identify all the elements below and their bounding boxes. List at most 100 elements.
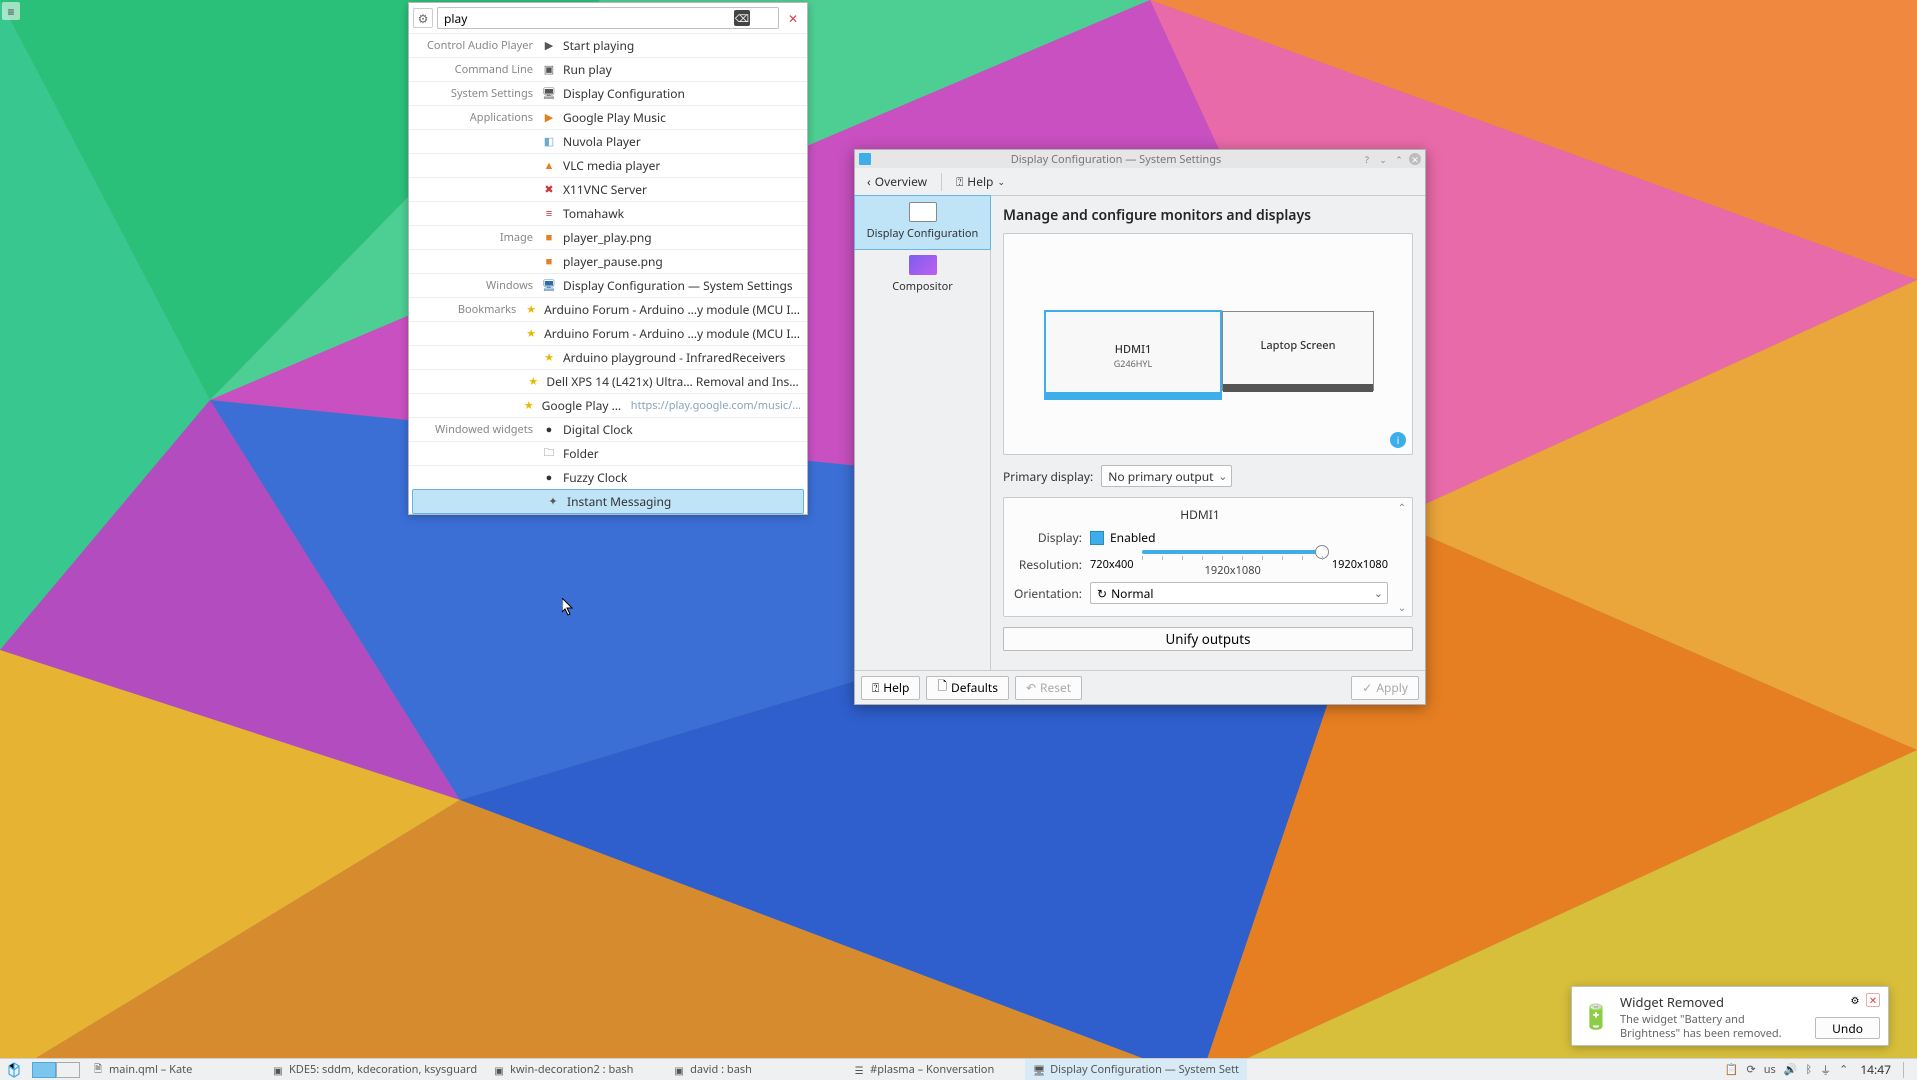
sidebar-item-display-configuration[interactable]: Display Configuration xyxy=(855,196,990,249)
krunner-result-row[interactable]: Windows🖥Display Configuration — System S… xyxy=(409,273,807,297)
pager-desktop-1[interactable] xyxy=(32,1062,56,1078)
krunner-result-row[interactable]: Bookmarks★ Arduino Forum - Arduino …y mod… xyxy=(409,297,807,321)
defaults-button[interactable]: 🗋 Defaults xyxy=(926,676,1009,700)
krunner-result-row[interactable]: Control Audio Player▶Start playing xyxy=(409,33,807,57)
krunner-close-button[interactable]: ✕ xyxy=(783,8,803,28)
krunner-result-row[interactable]: Command Line▣Run play xyxy=(409,57,807,81)
resolution-current: 1920x1080 xyxy=(1142,563,1324,578)
task-label: kwin-decoration2 : bash xyxy=(510,1062,633,1077)
minimize-button[interactable]: ⌄ xyxy=(1377,153,1389,165)
krunner-result-label: Arduino playground - InfraredReceivers xyxy=(563,349,785,366)
scroll-down-icon[interactable]: ⌄ xyxy=(1396,601,1408,613)
monitor-laptop[interactable]: Laptop Screen xyxy=(1222,311,1374,391)
google-play-icon: ▶ xyxy=(541,110,557,126)
krunner-result-row[interactable]: ★Dell XPS 14 (L421x) Ultra… Removal and … xyxy=(409,369,807,393)
krunner-result-row[interactable]: 🗀Folder xyxy=(409,441,807,465)
krunner-result-row[interactable]: ★Google Play Musichttps://play.google.co… xyxy=(409,393,807,417)
krunner-result-label: Arduino Forum - Arduino …y module (MCU I… xyxy=(544,301,801,318)
application-launcher-button[interactable] xyxy=(0,1059,28,1080)
monitor-layout-area[interactable]: HDMI1 G246HYL Laptop Screen i xyxy=(1003,233,1413,455)
separator xyxy=(941,173,942,191)
overview-button[interactable]: ‹ Overview xyxy=(859,171,935,193)
info-icon[interactable]: i xyxy=(1390,432,1406,448)
reset-button[interactable]: ↶ Reset xyxy=(1015,676,1082,700)
sidebar-item-label: Compositor xyxy=(859,279,986,294)
settings-window-icon: 🖥 xyxy=(541,278,557,294)
notification-configure-icon[interactable]: ⚙ xyxy=(1848,993,1862,1007)
krunner-result-row[interactable]: ◧Nuvola Player xyxy=(409,129,807,153)
monitor-hdmi1[interactable]: HDMI1 G246HYL xyxy=(1044,310,1222,400)
bluetooth-icon[interactable]: ᛒ xyxy=(1805,1062,1812,1077)
apply-button[interactable]: ✓ Apply xyxy=(1351,676,1419,700)
close-button[interactable]: ✕ xyxy=(1409,153,1421,165)
krunner-result-row[interactable]: Image■player_play.png xyxy=(409,225,807,249)
show-desktop-button[interactable] xyxy=(1903,1062,1911,1078)
taskbar-task[interactable]: ▣ kwin-decoration2 : bash xyxy=(485,1059,665,1080)
pager-desktop-2[interactable] xyxy=(56,1062,80,1078)
window-titlebar[interactable]: Display Configuration — System Settings … xyxy=(855,150,1425,168)
primary-display-combo[interactable]: No primary output xyxy=(1101,465,1232,487)
taskbar-task[interactable]: 🖥Display Configuration — System Sett xyxy=(1025,1059,1247,1080)
krunner-search-input[interactable] xyxy=(444,10,756,27)
krunner-result-row[interactable]: ★Arduino Forum - Arduino …y module (MCU … xyxy=(409,321,807,345)
krunner-category-label: Bookmarks xyxy=(409,302,524,317)
vlc-icon: ▲ xyxy=(541,158,557,174)
help-menu-button[interactable]: ⍰ Help ⌄ xyxy=(948,171,1013,193)
tomahawk-icon: ≡ xyxy=(541,206,557,222)
resolution-slider[interactable] xyxy=(1142,550,1324,554)
desktop-toolbox-button[interactable]: ≡ xyxy=(2,2,20,20)
scroll-up-icon[interactable]: ⌃ xyxy=(1396,501,1408,513)
volume-icon[interactable]: 🔊 xyxy=(1784,1062,1798,1077)
konversation-icon: ☰ xyxy=(853,1064,865,1076)
undo-button[interactable]: Undo xyxy=(1815,1017,1880,1039)
orientation-combo[interactable]: ↻ Normal xyxy=(1090,582,1388,604)
taskbar-task[interactable]: ▣KDE5: sddm, kdecoration, ksysguard xyxy=(264,1059,485,1080)
updates-icon[interactable]: ⟳ xyxy=(1746,1062,1755,1077)
bookmark-icon: ★ xyxy=(524,302,538,318)
enabled-checkbox[interactable] xyxy=(1090,531,1104,545)
krunner-configure-button[interactable]: ⚙ xyxy=(413,8,433,28)
krunner-result-label: player_pause.png xyxy=(563,253,663,270)
taskbar-task[interactable]: 🗎 main.qml – Kate xyxy=(84,1059,264,1080)
krunner-result-row[interactable]: ●Fuzzy Clock xyxy=(409,465,807,489)
im-icon: ✦ xyxy=(545,494,561,510)
tray-expand-icon[interactable]: ⌃ xyxy=(1839,1062,1848,1077)
krunner-result-row[interactable]: ✖X11VNC Server xyxy=(409,177,807,201)
image-icon: ■ xyxy=(541,230,557,246)
krunner-result-row[interactable]: System Settings🖥Display Configuration xyxy=(409,81,807,105)
krunner-result-row[interactable]: ▲VLC media player xyxy=(409,153,807,177)
krunner-result-row[interactable]: ■player_pause.png xyxy=(409,249,807,273)
taskbar-task[interactable]: ☰#plasma – Konversation xyxy=(845,1059,1025,1080)
krunner-result-row[interactable]: ✦Instant Messaging xyxy=(412,489,804,514)
document-icon: 🗎 xyxy=(92,1064,104,1076)
help-icon: ⍰ xyxy=(956,173,963,190)
button-label: Defaults xyxy=(951,679,998,696)
system-tray: 📋 ⟳ us 🔊 ᛒ ⏚ ⌃ 14:47 xyxy=(1719,1061,1917,1078)
notification-close-icon[interactable]: ✕ xyxy=(1866,993,1880,1007)
krunner-result-row[interactable]: Windowed widgets●Digital Clock xyxy=(409,417,807,441)
krunner-result-label: Nuvola Player xyxy=(563,133,641,150)
unify-outputs-button[interactable]: Unify outputs xyxy=(1003,627,1413,651)
clear-search-icon[interactable]: ⌫ xyxy=(734,10,750,26)
taskbar-task[interactable]: ▣david : bash xyxy=(665,1059,845,1080)
clipboard-icon[interactable]: 📋 xyxy=(1725,1062,1739,1077)
network-icon[interactable]: ⏚ xyxy=(1820,1062,1831,1078)
sidebar-item-compositor[interactable]: Compositor xyxy=(855,249,990,302)
titlebar-help-icon[interactable]: ? xyxy=(1361,153,1373,165)
clock[interactable]: 14:47 xyxy=(1860,1061,1891,1078)
button-label: Apply xyxy=(1376,679,1408,696)
maximize-button[interactable]: ⌃ xyxy=(1393,153,1405,165)
krunner-result-row[interactable]: Applications▶Google Play Music xyxy=(409,105,807,129)
toolbar: ‹ Overview ⍰ Help ⌄ xyxy=(855,168,1425,196)
terminal-icon: ▣ xyxy=(493,1064,505,1076)
bookmark-icon: ★ xyxy=(524,326,538,342)
keyboard-layout-indicator[interactable]: us xyxy=(1764,1062,1776,1077)
virtual-desktop-pager[interactable] xyxy=(32,1062,80,1078)
bookmark-icon: ★ xyxy=(541,350,557,366)
krunner-result-url: https://play.google.com/music/… xyxy=(631,398,801,413)
krunner-result-label: Run play xyxy=(563,61,612,78)
footer-help-button[interactable]: ⍰ Help xyxy=(861,676,920,700)
krunner-result-row[interactable]: ≡Tomahawk xyxy=(409,201,807,225)
krunner-result-row[interactable]: ★ Arduino playground - InfraredReceivers xyxy=(409,345,807,369)
task-label: main.qml – Kate xyxy=(109,1062,192,1077)
